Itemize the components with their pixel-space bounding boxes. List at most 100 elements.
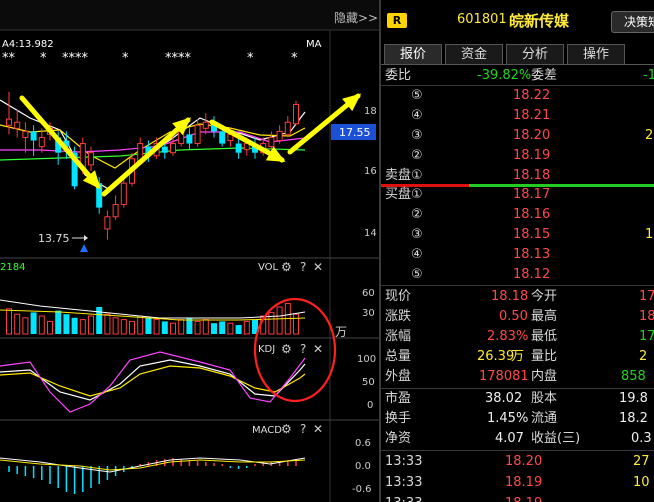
volume-bar (112, 317, 119, 335)
macd-label: MACD (252, 425, 282, 436)
buy-order-row[interactable]: ② 18.16 (381, 205, 654, 225)
arrow-shaft (101, 117, 191, 197)
macd-tick-00: 0.0 (355, 461, 371, 472)
tick-row[interactable]: 13:33 18.19 (381, 494, 654, 502)
candle-body (268, 136, 275, 148)
signal-star: * (40, 51, 47, 66)
macd-lines (0, 457, 306, 494)
volume-bar (219, 321, 226, 334)
tab-fund[interactable]: 资金 (445, 44, 503, 64)
sell-order-row[interactable]: ② 18.19 (381, 146, 654, 166)
candle-body (284, 121, 291, 135)
close-icon[interactable]: ✕ (313, 260, 323, 274)
buy-order-row[interactable]: ④ 18.13 (381, 245, 654, 265)
zhang-fu-value: 2.83% (487, 329, 529, 344)
volume-bar (63, 314, 70, 334)
buy-volume: 1 (645, 227, 654, 242)
stock-name: 皖新传媒 (509, 12, 570, 30)
zong-liang-value: 26.39 (477, 349, 515, 364)
sell-order-row[interactable]: 卖盘① 18.18 (381, 166, 654, 186)
buy-level-label: ② (411, 205, 423, 225)
zong-liang-unit: 万 (511, 349, 525, 364)
volume-bar (14, 313, 21, 335)
candle-body (161, 146, 168, 153)
volume-bar (145, 317, 152, 334)
buy-order-row[interactable]: 买盘① 18.17 (381, 185, 654, 205)
zhang-fu-label: 涨幅 (385, 329, 412, 344)
volume-bar (211, 323, 217, 334)
wei-bi-value: -39.82% (477, 68, 532, 83)
kdj-label: KDJ (258, 344, 275, 355)
tick-time: 13:33 (385, 475, 423, 490)
kline-chart[interactable]: A4:13.982 MA ** * **** * **** * * 18 16 14 17.… (0, 0, 379, 502)
header-bar: R 601801 皖新传媒 决策矩 (381, 8, 654, 34)
volume-bar (178, 319, 185, 335)
close-icon[interactable]: ✕ (313, 342, 323, 356)
vol-ma-line (0, 309, 306, 321)
help-icon[interactable]: ? (300, 422, 306, 436)
volume-bar (30, 312, 37, 334)
sell-level-label: ⑤ (411, 86, 423, 106)
buy-price: 18.17 (513, 187, 551, 202)
tab-analysis[interactable]: 分析 (506, 44, 564, 64)
buy-level-index: ⑤ (411, 267, 423, 282)
tick-row[interactable]: 13:33 18.20 27 (381, 452, 654, 472)
fund-row-3: 净资 4.07 收益(三) 0.3 (381, 429, 654, 449)
candle-body (120, 182, 127, 206)
sell-level-label: ④ (411, 106, 423, 126)
volume-bar (22, 317, 29, 335)
liu-tong-label: 流通 (531, 411, 558, 426)
buy-order-row[interactable]: ⑤ 18.12 (381, 265, 654, 285)
xian-jia-label: 现价 (385, 289, 412, 304)
vol-label: VOL (258, 262, 279, 273)
jing-zi-value: 4.07 (495, 431, 524, 446)
zui-di-label: 最低 (531, 329, 558, 344)
sell-order-row[interactable]: ④ 18.21 (381, 106, 654, 126)
jin-kai-label: 今开 (531, 289, 558, 304)
volume-bar (161, 321, 168, 334)
zui-gao-value: 18 (639, 309, 654, 324)
volume-bar (104, 313, 111, 335)
tick-row[interactable]: 13:33 18.19 10 (381, 473, 654, 493)
buy-price: 18.13 (513, 247, 551, 262)
volume-bar (38, 315, 45, 335)
shou-yi-value: 0.3 (631, 431, 652, 446)
zui-di-value: 17 (639, 329, 654, 344)
sell-level-index: ③ (411, 128, 423, 143)
candle-body (276, 130, 283, 142)
volume-bar (120, 319, 127, 335)
liu-tong-value: 18.2 (619, 411, 648, 426)
sell-level-label: 卖盘① (385, 166, 423, 186)
help-icon[interactable]: ? (300, 260, 306, 274)
sell-side-label: 卖盘 (385, 168, 412, 183)
sell-order-row[interactable]: ⑤ 18.22 (381, 86, 654, 106)
volume-bar (243, 320, 250, 335)
macd-dea-line (0, 459, 306, 471)
decision-button[interactable]: 决策矩 (611, 11, 654, 33)
buy-order-row[interactable]: ③ 18.15 1 (381, 225, 654, 245)
nei-pan-label: 内盘 (531, 369, 558, 384)
low-marker: 13.75 (38, 232, 70, 245)
tick-price: 18.19 (505, 494, 542, 502)
gear-icon[interactable]: ⚙ (281, 422, 292, 436)
volume-bar (153, 319, 160, 335)
tab-quote[interactable]: 报价 (384, 44, 442, 64)
divider (381, 285, 654, 286)
sell-level-label: ② (411, 146, 423, 166)
sell-order-row[interactable]: ③ 18.20 2 (381, 126, 654, 146)
quote-row-5: 外盘 178081 内盘 858 (381, 367, 654, 387)
help-icon[interactable]: ? (300, 342, 306, 356)
zui-gao-label: 最高 (531, 309, 558, 324)
close-icon[interactable]: ✕ (313, 422, 323, 436)
low-marker-arrowhead (84, 235, 88, 241)
candles (6, 91, 299, 240)
volume-bar (88, 315, 94, 335)
gear-icon[interactable]: ⚙ (281, 260, 292, 274)
gear-icon[interactable]: ⚙ (281, 342, 292, 356)
vol-tick-60: 60 (362, 288, 375, 299)
tab-operate[interactable]: 操作 (567, 44, 625, 64)
fund-row-2: 换手 1.45% 流通 18.2 (381, 409, 654, 429)
signal-star: * (122, 51, 129, 66)
tick-price: 18.20 (505, 454, 543, 469)
volume-bar (202, 319, 209, 335)
